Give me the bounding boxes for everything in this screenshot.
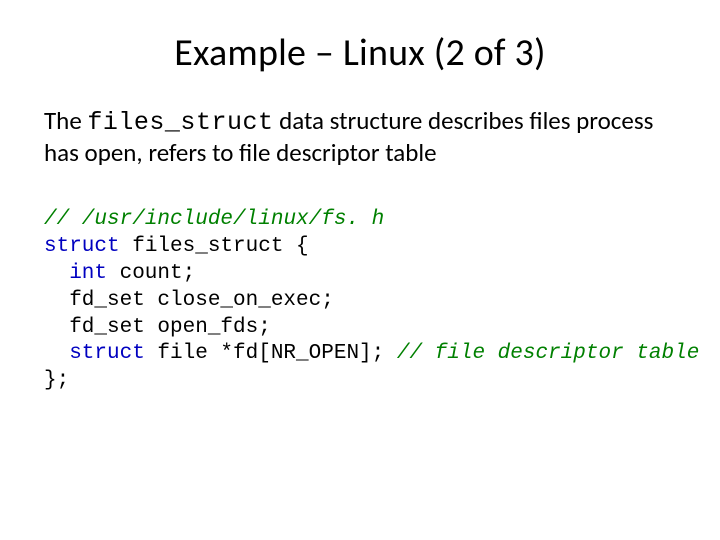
slide-title: Example – Linux (2 of 3): [44, 30, 676, 76]
code-comment-header: // /usr/include/linux/fs. h: [44, 208, 384, 231]
code-l3-type: fd_set: [69, 316, 157, 339]
code-block: // /usr/include/linux/fs. h struct files…: [44, 207, 676, 395]
code-kw-struct: struct: [44, 235, 120, 258]
code-l2-type: fd_set: [69, 289, 157, 312]
code-l2-rest: close_on_exec;: [157, 289, 333, 312]
code-l4-comment: // file descriptor table: [397, 342, 699, 365]
body-paragraph: The files_struct data structure describe…: [44, 106, 676, 167]
code-l1-rest: count;: [107, 262, 195, 285]
code-kw-int: int: [69, 262, 107, 285]
code-l4-mid: file *fd[NR_OPEN];: [145, 342, 397, 365]
body-pre: The: [44, 105, 87, 136]
code-kw-struct2: struct: [69, 342, 145, 365]
code-close: };: [44, 369, 69, 392]
body-mono: files_struct: [87, 108, 273, 137]
code-decl-name: files_struct {: [120, 235, 309, 258]
code-l3-rest: open_fds;: [157, 316, 270, 339]
slide: Example – Linux (2 of 3) The files_struc…: [0, 0, 720, 540]
